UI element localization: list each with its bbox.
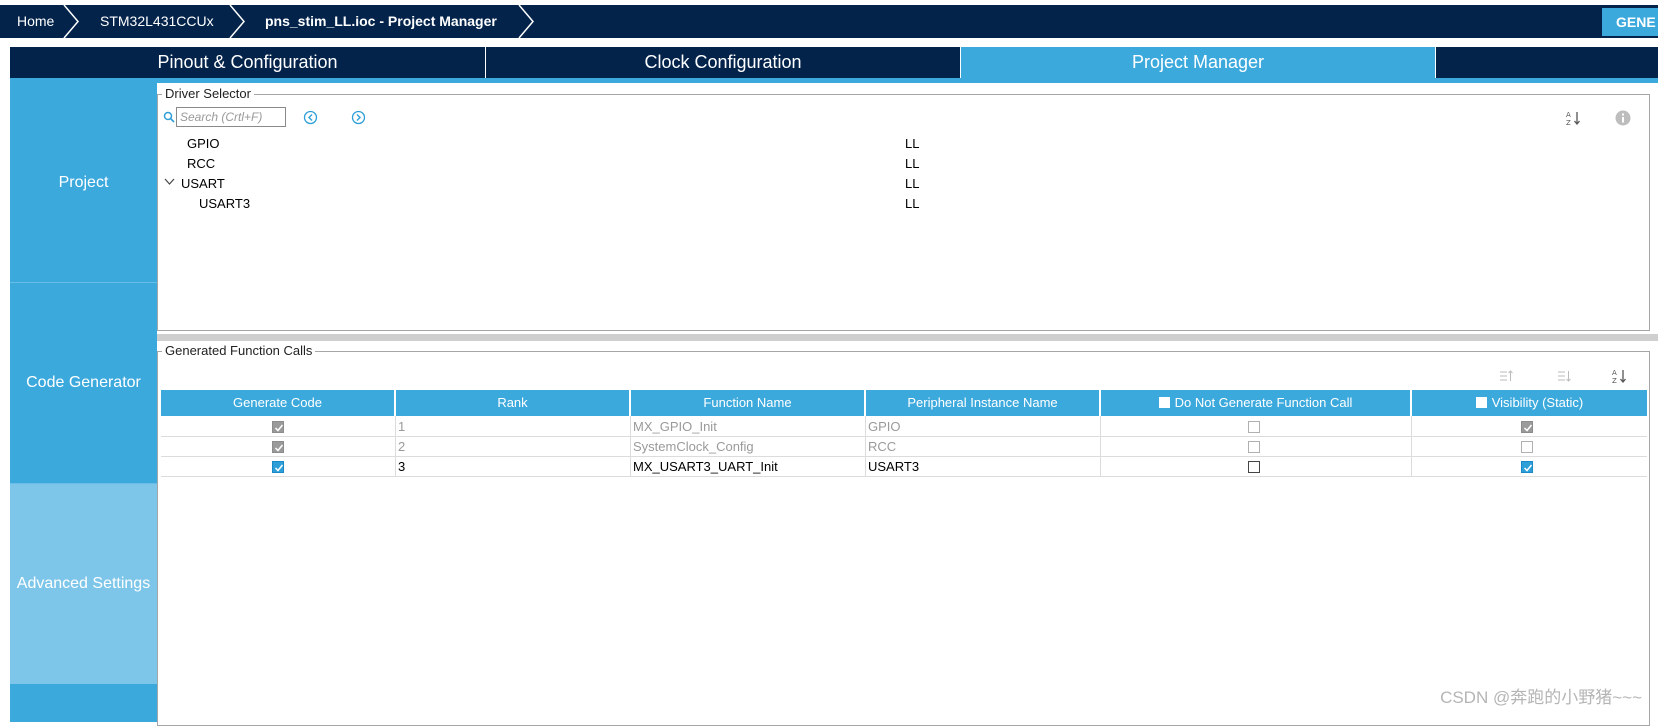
chevron-down-icon[interactable] bbox=[164, 178, 175, 186]
visibility-checkbox[interactable] bbox=[1521, 461, 1533, 473]
search-input[interactable]: Search (Crtl+F) bbox=[176, 107, 286, 127]
move-down-icon[interactable] bbox=[1556, 368, 1572, 384]
panel-splitter[interactable] bbox=[157, 334, 1658, 341]
nav-other[interactable] bbox=[10, 684, 157, 722]
tab-underline bbox=[10, 78, 1658, 83]
function-name-cell[interactable]: MX_USART3_UART_Init bbox=[631, 457, 778, 477]
tab-pinout-configuration[interactable]: Pinout & Configuration bbox=[10, 47, 485, 78]
rank-cell: 2 bbox=[398, 439, 406, 454]
chevron-right-icon bbox=[518, 5, 534, 38]
tree-item-rcc[interactable]: RCC bbox=[187, 156, 215, 171]
tab-clock-configuration[interactable]: Clock Configuration bbox=[486, 47, 960, 78]
tree-item-gpio[interactable]: GPIO bbox=[187, 136, 220, 151]
instance-cell: RCC bbox=[868, 439, 897, 454]
driver-value-usart[interactable]: LL bbox=[905, 176, 919, 191]
tab-project-manager[interactable]: Project Manager bbox=[961, 47, 1435, 78]
visibility-checkbox bbox=[1521, 441, 1533, 453]
function-name-cell: SystemClock_Config bbox=[633, 439, 754, 454]
breadcrumb-device[interactable]: STM32L431CCUx bbox=[100, 5, 214, 38]
do-not-generate-checkbox[interactable] bbox=[1248, 461, 1260, 473]
function-name-cell: MX_GPIO_Init bbox=[633, 419, 717, 434]
search-icon bbox=[163, 111, 175, 123]
visibility-all-checkbox[interactable] bbox=[1475, 397, 1487, 408]
info-icon[interactable] bbox=[1615, 110, 1631, 126]
sort-az-icon[interactable]: A Z bbox=[1612, 368, 1628, 384]
move-up-icon[interactable] bbox=[1498, 368, 1514, 384]
svg-text:Z: Z bbox=[1566, 119, 1571, 126]
tab-tools[interactable]: T bbox=[1436, 47, 1658, 78]
generate-code-checkbox[interactable] bbox=[272, 461, 284, 473]
col-header-generate-code[interactable]: Generate Code bbox=[161, 390, 394, 416]
breadcrumb: Home STM32L431CCUx pns_stim_LL.ioc - Pro… bbox=[0, 5, 1658, 38]
do-not-generate-checkbox bbox=[1248, 421, 1260, 433]
generate-code-checkbox bbox=[272, 421, 284, 433]
driver-selector-group: Driver Selector bbox=[157, 86, 1650, 331]
col-header-function-name[interactable]: Function Name bbox=[631, 390, 864, 416]
driver-selector-title: Driver Selector bbox=[162, 86, 254, 101]
nav-advanced-settings[interactable]: Advanced Settings bbox=[10, 484, 157, 684]
col-header-visibility[interactable]: Visibility (Static) bbox=[1412, 390, 1647, 416]
svg-text:A: A bbox=[1566, 111, 1571, 119]
driver-value-rcc[interactable]: LL bbox=[905, 156, 919, 171]
generate-code-checkbox bbox=[272, 441, 284, 453]
generate-code-button[interactable]: GENE bbox=[1602, 8, 1658, 36]
tree-item-usart3[interactable]: USART3 bbox=[199, 196, 250, 211]
next-result-icon[interactable] bbox=[351, 110, 366, 125]
visibility-checkbox bbox=[1521, 421, 1533, 433]
breadcrumb-project[interactable]: pns_stim_LL.ioc - Project Manager bbox=[265, 5, 497, 38]
rank-cell: 1 bbox=[398, 419, 406, 434]
previous-result-icon[interactable] bbox=[303, 110, 318, 125]
driver-value-gpio[interactable]: LL bbox=[905, 136, 919, 151]
chevron-right-icon bbox=[63, 5, 79, 38]
breadcrumb-home[interactable]: Home bbox=[17, 5, 54, 38]
do-not-generate-checkbox bbox=[1248, 441, 1260, 453]
instance-cell[interactable]: USART3 bbox=[866, 457, 919, 477]
watermark: CSDN @奔跑的小野猪~~~ bbox=[1440, 688, 1642, 707]
col-header-peripheral-instance[interactable]: Peripheral Instance Name bbox=[866, 390, 1099, 416]
svg-text:Z: Z bbox=[1612, 377, 1617, 384]
driver-value-usart3[interactable]: LL bbox=[905, 196, 919, 211]
nav-project[interactable]: Project bbox=[10, 83, 157, 282]
do-not-generate-all-checkbox[interactable] bbox=[1158, 397, 1170, 408]
nav-code-generator[interactable]: Code Generator bbox=[10, 283, 157, 483]
instance-cell: GPIO bbox=[868, 419, 901, 434]
tree-item-usart[interactable]: USART bbox=[181, 176, 225, 191]
chevron-right-icon bbox=[229, 5, 245, 38]
generated-calls-title: Generated Function Calls bbox=[162, 343, 316, 358]
rank-cell[interactable]: 3 bbox=[396, 457, 405, 477]
sort-az-icon[interactable]: A Z bbox=[1566, 110, 1582, 126]
svg-text:A: A bbox=[1612, 369, 1617, 377]
col-header-rank[interactable]: Rank bbox=[396, 390, 629, 416]
main-tabs: Pinout & Configuration Clock Configurati… bbox=[10, 47, 1658, 78]
col-header-do-not-generate[interactable]: Do Not Generate Function Call bbox=[1101, 390, 1410, 416]
